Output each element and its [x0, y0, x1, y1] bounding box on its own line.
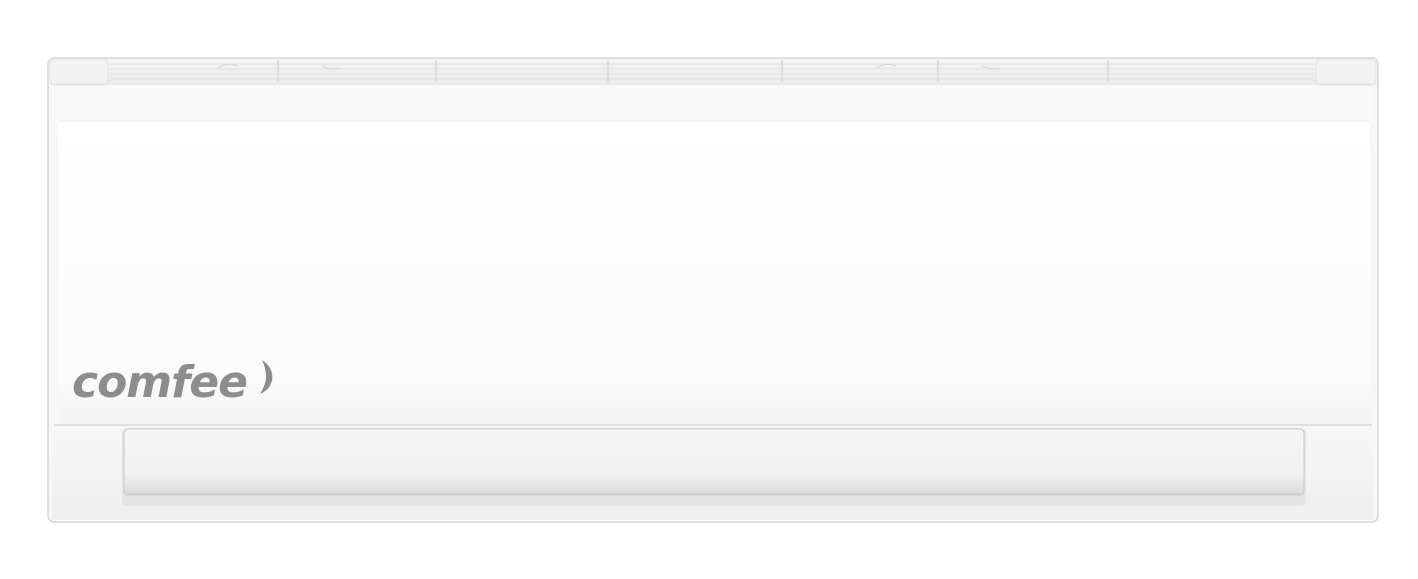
air-outlet-louver — [122, 428, 1306, 506]
comfee-logo: comfee — [72, 357, 273, 408]
svg-text:comfee: comfee — [72, 357, 247, 408]
air-conditioner-scene: comfee — [47, 57, 1379, 523]
top-intake-grille — [49, 58, 1377, 86]
front-panel — [52, 86, 1374, 426]
